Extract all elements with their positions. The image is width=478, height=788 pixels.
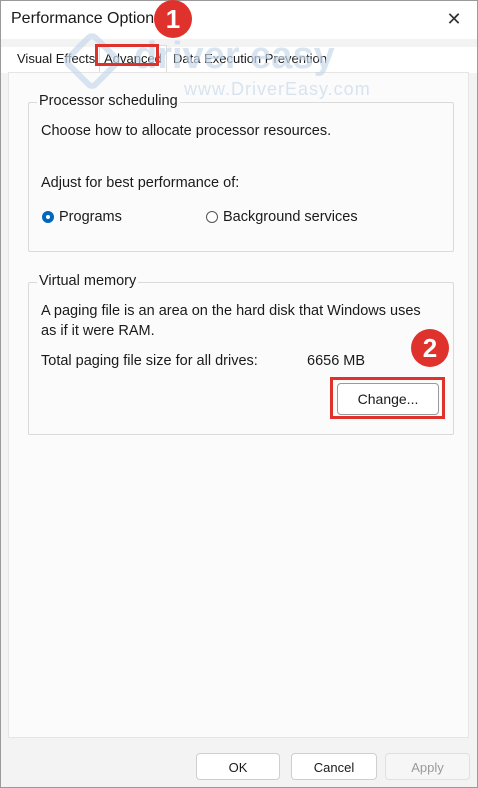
virtual-memory-description-line2: as if it were RAM. xyxy=(41,323,155,339)
window-title: Performance Options xyxy=(11,10,163,27)
tab-data-execution-prevention[interactable]: Data Execution Prevention xyxy=(171,47,329,71)
background-services-radio[interactable] xyxy=(206,211,218,223)
virtual-memory-description-line1: A paging file is an area on the hard dis… xyxy=(41,303,421,319)
tab-visual-effects[interactable]: Visual Effects xyxy=(15,47,97,71)
programs-radio-label[interactable]: Programs xyxy=(59,209,122,225)
advanced-tab-highlight xyxy=(95,44,159,66)
processor-scheduling-label: Processor scheduling xyxy=(37,93,180,109)
total-paging-file-value: 6656 MB xyxy=(307,353,366,369)
total-paging-file-label: Total paging file size for all drives: xyxy=(41,353,258,369)
apply-button: Apply xyxy=(385,753,470,780)
adjust-performance-label: Adjust for best performance of: xyxy=(41,175,240,191)
background-services-radio-label[interactable]: Background services xyxy=(223,209,358,225)
programs-radio[interactable] xyxy=(42,211,54,223)
step-2-badge: 2 xyxy=(411,329,449,367)
title-bar: Performance Options ✕ xyxy=(1,1,477,39)
close-icon[interactable]: ✕ xyxy=(439,5,469,33)
processor-scheduling-description: Choose how to allocate processor resourc… xyxy=(41,123,332,139)
virtual-memory-label: Virtual memory xyxy=(37,273,139,289)
cancel-button[interactable]: Cancel xyxy=(291,753,377,780)
change-button-highlight xyxy=(330,377,445,419)
processor-scheduling-group: Processor scheduling Choose how to alloc… xyxy=(28,93,454,252)
step-1-badge: 1 xyxy=(154,0,192,38)
ok-button[interactable]: OK xyxy=(196,753,280,780)
tab-strip: Visual Effects Advanced Data Execution P… xyxy=(1,45,477,73)
